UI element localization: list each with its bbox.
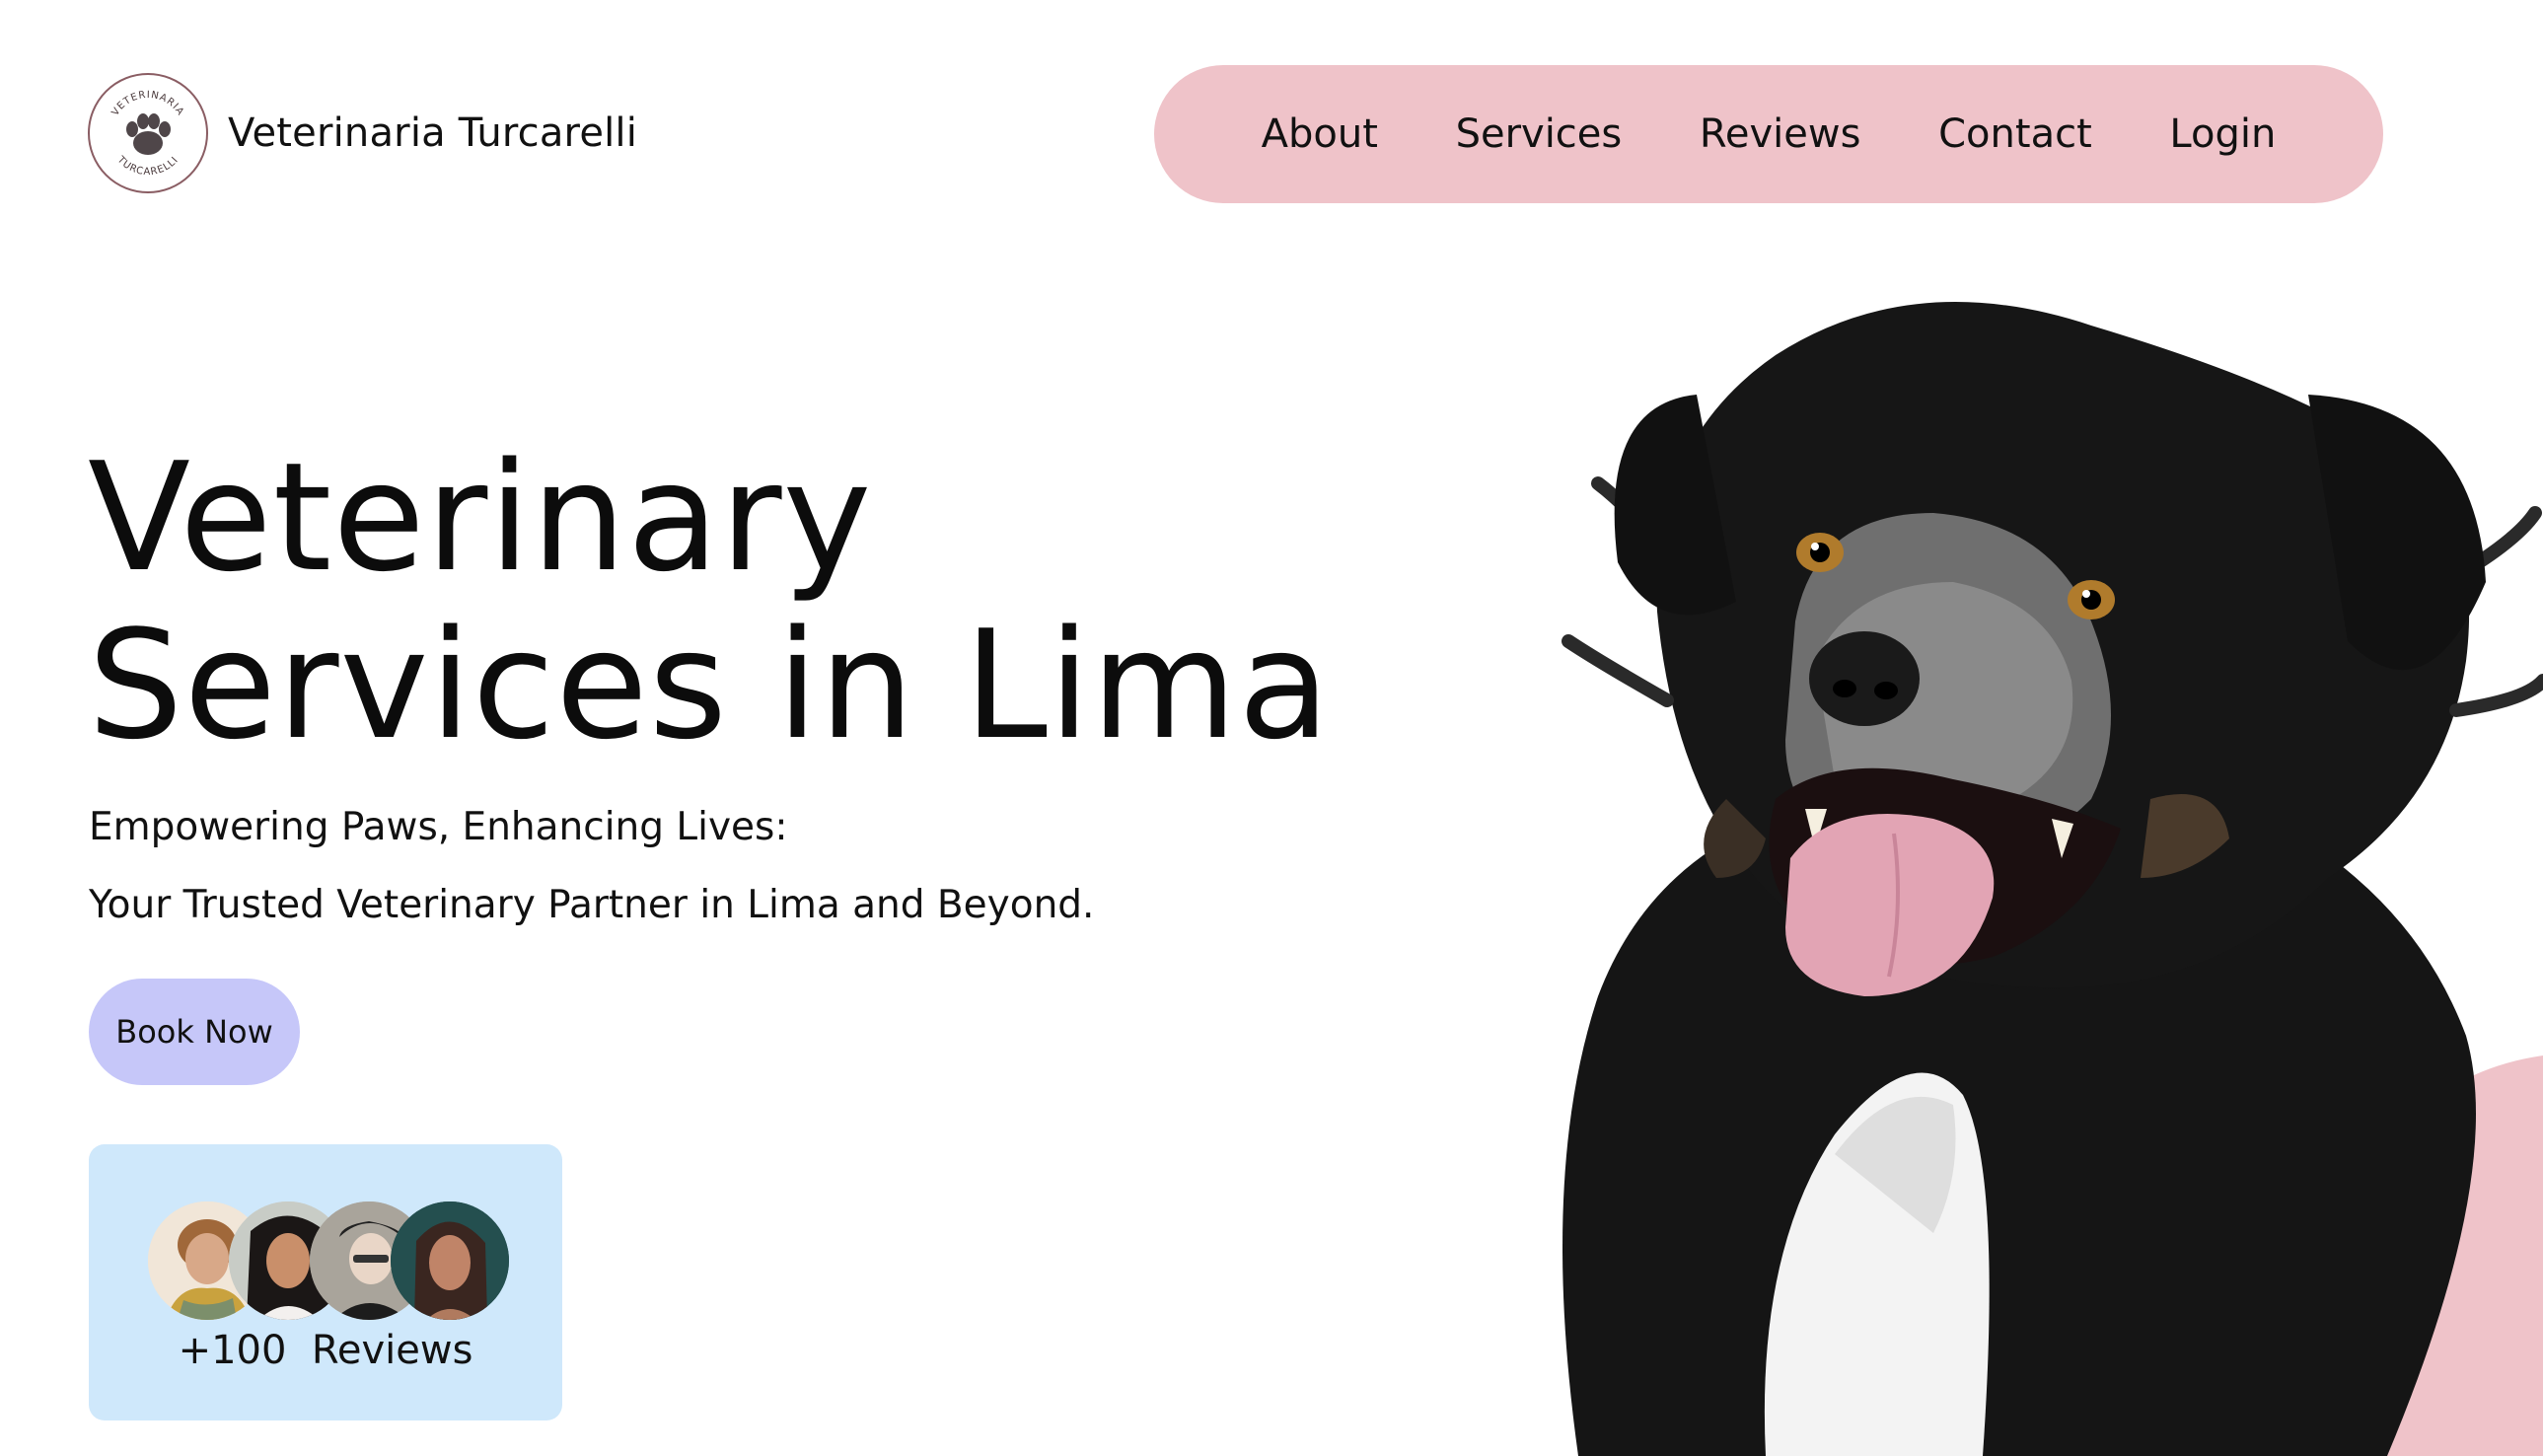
reviewer-avatars bbox=[148, 1201, 509, 1322]
avatar bbox=[391, 1201, 509, 1320]
nav-services[interactable]: Services bbox=[1456, 111, 1623, 157]
reviews-count-text: +100 Reviews bbox=[89, 1328, 562, 1373]
hero-dog-image bbox=[1539, 286, 2543, 1456]
hero-headline-line1: Veterinary bbox=[88, 430, 873, 605]
hero-headline: Veterinary Services in Lima bbox=[88, 434, 1331, 769]
svg-text:VETERINARIA: VETERINARIA bbox=[109, 90, 185, 118]
brand-name[interactable]: Veterinaria Turcarelli bbox=[228, 110, 637, 156]
paw-print-logo-icon: VETERINARIA TURCARELLI bbox=[88, 73, 208, 193]
nav-reviews[interactable]: Reviews bbox=[1700, 111, 1861, 157]
reviews-card[interactable]: +100 Reviews bbox=[89, 1144, 562, 1420]
svg-text:TURCARELLI: TURCARELLI bbox=[114, 154, 181, 178]
nav-login[interactable]: Login bbox=[2169, 111, 2276, 157]
dog-photo bbox=[1562, 302, 2543, 1456]
reviews-label: Reviews bbox=[311, 1328, 473, 1373]
nav-about[interactable]: About bbox=[1262, 111, 1378, 157]
brand[interactable]: VETERINARIA TURCARELLI Veterinaria Turca… bbox=[88, 73, 637, 193]
nav-contact[interactable]: Contact bbox=[1938, 111, 2092, 157]
reviews-count: +100 bbox=[178, 1328, 287, 1373]
hero-subtitle-line2: Your Trusted Veterinary Partner in Lima … bbox=[89, 883, 1095, 927]
hero-subtitle-line1: Empowering Paws, Enhancing Lives: bbox=[89, 805, 788, 849]
hero-headline-line2: Services in Lima bbox=[88, 598, 1332, 772]
book-now-button[interactable]: Book Now bbox=[89, 979, 300, 1085]
main-nav: About Services Reviews Contact Login bbox=[1154, 65, 2383, 203]
landing-page: VETERINARIA TURCARELLI Veterinaria Turca… bbox=[0, 0, 2543, 1456]
